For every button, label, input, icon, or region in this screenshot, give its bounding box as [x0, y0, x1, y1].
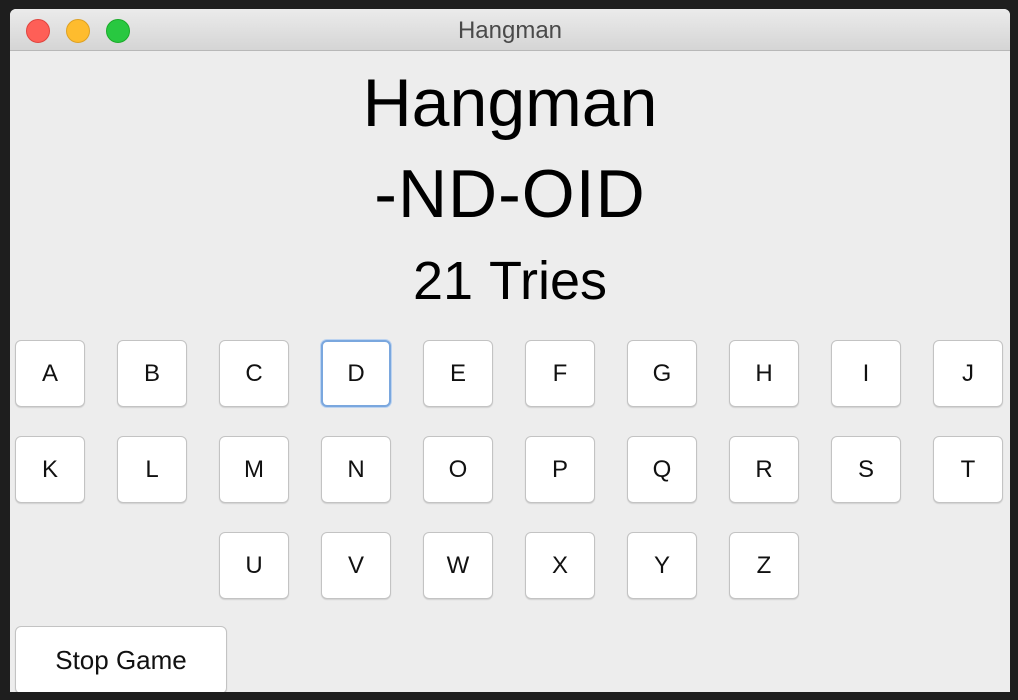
letter-button-j[interactable]: J — [933, 340, 1003, 407]
masked-word: -ND-OID — [374, 156, 646, 232]
letter-button-y[interactable]: Y — [627, 532, 697, 599]
letter-button-i[interactable]: I — [831, 340, 901, 407]
tries-label: Tries — [489, 251, 608, 311]
letter-button-h[interactable]: H — [729, 340, 799, 407]
letter-button-b[interactable]: B — [117, 340, 187, 407]
letter-button-e[interactable]: E — [423, 340, 493, 407]
window-title: Hangman — [457, 17, 563, 44]
tries-count: 21 — [412, 251, 474, 311]
game-panel: Hangman -ND-OID 21 Tries A B C D E F G H … — [10, 51, 1010, 692]
letter-button-g[interactable]: G — [627, 340, 697, 407]
letter-button-k[interactable]: K — [15, 436, 85, 503]
letter-button-c[interactable]: C — [219, 340, 289, 407]
letter-button-l[interactable]: L — [117, 436, 187, 503]
game-title: Hangman — [362, 65, 658, 141]
letter-button-m[interactable]: M — [219, 436, 289, 503]
letter-button-t[interactable]: T — [933, 436, 1003, 503]
letter-button-x[interactable]: X — [525, 532, 595, 599]
tries-counter: 21 Tries — [10, 251, 1010, 311]
letter-button-n[interactable]: N — [321, 436, 391, 503]
letter-button-s[interactable]: S — [831, 436, 901, 503]
letter-button-o[interactable]: O — [423, 436, 493, 503]
letter-button-f[interactable]: F — [525, 340, 595, 407]
stop-game-button[interactable]: Stop Game — [15, 626, 227, 692]
title-bar[interactable]: Hangman — [10, 9, 1010, 51]
letter-button-d[interactable]: D — [321, 340, 391, 407]
letter-button-v[interactable]: V — [321, 532, 391, 599]
app-window: Hangman Hangman -ND-OID 21 Tries A B C D … — [10, 9, 1010, 692]
letter-button-a[interactable]: A — [15, 340, 85, 407]
letter-button-p[interactable]: P — [525, 436, 595, 503]
letter-button-z[interactable]: Z — [729, 532, 799, 599]
letter-button-q[interactable]: Q — [627, 436, 697, 503]
letter-button-r[interactable]: R — [729, 436, 799, 503]
letter-button-w[interactable]: W — [423, 532, 493, 599]
letter-button-u[interactable]: U — [219, 532, 289, 599]
